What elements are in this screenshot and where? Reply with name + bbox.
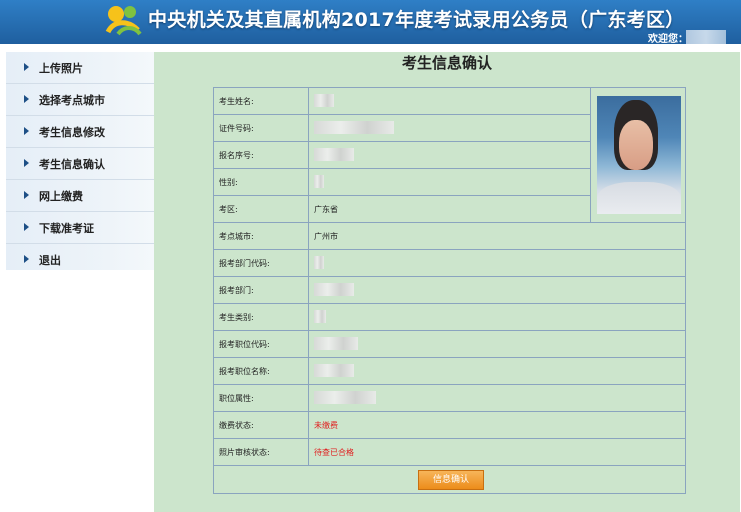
redacted-value xyxy=(314,391,376,404)
row-label-cell: 缴费状态: xyxy=(214,412,309,438)
row-label-cell: 报考职位名称: xyxy=(214,358,309,384)
row-label: 性别: xyxy=(219,178,238,187)
row-label-cell: 证件号码: xyxy=(214,115,309,141)
candidate-photo xyxy=(597,96,681,214)
redacted-value xyxy=(314,121,394,134)
sidebar-menu: 上传照片 选择考点城市 考生信息修改 考生信息确认 网上缴费 下载准考证 退出 xyxy=(6,52,154,270)
arrow-right-icon xyxy=(24,255,29,263)
row-label-cell: 考生类别: xyxy=(214,304,309,330)
redacted-value xyxy=(314,310,326,323)
row-label: 考点城市: xyxy=(219,232,254,241)
row-label: 考生类别: xyxy=(219,313,254,322)
row-value: 广州市 xyxy=(314,232,338,241)
row-label: 考生姓名: xyxy=(219,97,254,106)
row-label: 证件号码: xyxy=(219,124,254,133)
sidebar-item-upload-photo[interactable]: 上传照片 xyxy=(6,52,154,84)
info-table: 考生姓名: 证件号码: 报名序号: 性别: 考区: 广东省 考点城市: 广州市 … xyxy=(213,87,686,494)
row-label-cell: 考区: xyxy=(214,196,309,222)
redacted-value xyxy=(314,256,324,269)
logo-icon xyxy=(105,6,142,36)
username-blurred xyxy=(686,30,726,44)
arrow-right-icon xyxy=(24,223,29,231)
confirm-info-button[interactable]: 信息确认 xyxy=(418,470,484,490)
redacted-value xyxy=(314,364,354,377)
row-label: 缴费状态: xyxy=(219,421,254,430)
row-label-cell: 性别: xyxy=(214,169,309,195)
table-row-id-number: 证件号码: xyxy=(214,115,590,142)
sidebar-item-logout[interactable]: 退出 xyxy=(6,244,154,275)
table-row-position-attr: 职位属性: xyxy=(214,385,685,412)
row-label-cell: 报考部门代码: xyxy=(214,250,309,276)
redacted-value xyxy=(314,148,354,161)
confirm-row: 信息确认 xyxy=(214,466,685,493)
table-row-exam-city: 考点城市: 广州市 xyxy=(214,223,685,250)
table-row-position-name: 报考职位名称: xyxy=(214,358,685,385)
sidebar-item-select-city[interactable]: 选择考点城市 xyxy=(6,84,154,116)
photo-review-status-value: 待查已合格 xyxy=(314,448,354,457)
row-label-cell: 考点城市: xyxy=(214,223,309,249)
arrow-right-icon xyxy=(24,159,29,167)
sidebar-item-label: 考生信息修改 xyxy=(39,126,105,139)
site-title: 中央机关及其直属机构2017年度考试录用公务员（广东考区） xyxy=(148,9,685,31)
redacted-value xyxy=(314,94,334,107)
sidebar-item-label: 选择考点城市 xyxy=(39,94,105,107)
row-label-cell: 照片审核状态: xyxy=(214,439,309,465)
table-row-position-code: 报考职位代码: xyxy=(214,331,685,358)
sidebar-item-confirm-info[interactable]: 考生信息确认 xyxy=(6,148,154,180)
sidebar-item-label: 下载准考证 xyxy=(39,222,94,235)
welcome-label: 欢迎您： xyxy=(648,34,688,45)
row-label-cell: 考生姓名: xyxy=(214,88,309,114)
table-row-registration-no: 报名序号: xyxy=(214,142,590,169)
row-label: 报考部门: xyxy=(219,286,254,295)
sidebar-item-label: 考生信息确认 xyxy=(39,158,105,171)
redacted-value xyxy=(314,175,324,188)
arrow-right-icon xyxy=(24,127,29,135)
table-row-name: 考生姓名: xyxy=(214,88,590,115)
sidebar-item-edit-info[interactable]: 考生信息修改 xyxy=(6,116,154,148)
table-row-gender: 性别: xyxy=(214,169,590,196)
site-header: 中央机关及其直属机构2017年度考试录用公务员（广东考区） 欢迎您： xyxy=(0,0,741,45)
sidebar-item-label: 网上缴费 xyxy=(39,190,83,203)
arrow-right-icon xyxy=(24,191,29,199)
sidebar-item-download-admission[interactable]: 下载准考证 xyxy=(6,212,154,244)
row-label-cell: 报考部门: xyxy=(214,277,309,303)
row-label: 报考职位名称: xyxy=(219,367,270,376)
table-row-candidate-type: 考生类别: xyxy=(214,304,685,331)
photo-face xyxy=(619,120,653,170)
photo-cell xyxy=(590,88,686,223)
main-panel: 考生信息确认 考生姓名: 证件号码: 报名序号: 性别: 考区: 广东省 考点城… xyxy=(154,52,740,512)
row-label: 职位属性: xyxy=(219,394,254,403)
arrow-right-icon xyxy=(24,63,29,71)
table-row-exam-region: 考区: 广东省 xyxy=(214,196,590,223)
table-row-photo-review: 照片审核状态: 待查已合格 xyxy=(214,439,685,466)
sidebar-item-label: 上传照片 xyxy=(39,62,83,75)
redacted-value xyxy=(314,283,354,296)
row-label-cell: 职位属性: xyxy=(214,385,309,411)
photo-shoulders xyxy=(597,182,681,214)
page-title: 考生信息确认 xyxy=(401,54,492,72)
redacted-value xyxy=(314,337,358,350)
row-label: 考区: xyxy=(219,205,238,214)
arrow-right-icon xyxy=(24,95,29,103)
row-label-cell: 报名序号: xyxy=(214,142,309,168)
row-label-cell: 报考职位代码: xyxy=(214,331,309,357)
row-label: 照片审核状态: xyxy=(219,448,270,457)
table-row-dept: 报考部门: xyxy=(214,277,685,304)
sidebar-item-label: 退出 xyxy=(39,254,61,267)
row-value: 广东省 xyxy=(314,205,338,214)
table-row-payment-status: 缴费状态: 未缴费 xyxy=(214,412,685,439)
row-label: 报考职位代码: xyxy=(219,340,270,349)
payment-status-value: 未缴费 xyxy=(314,421,338,430)
row-label: 报考部门代码: xyxy=(219,259,270,268)
table-row-dept-code: 报考部门代码: xyxy=(214,250,685,277)
row-label: 报名序号: xyxy=(219,151,254,160)
sidebar-item-online-payment[interactable]: 网上缴费 xyxy=(6,180,154,212)
